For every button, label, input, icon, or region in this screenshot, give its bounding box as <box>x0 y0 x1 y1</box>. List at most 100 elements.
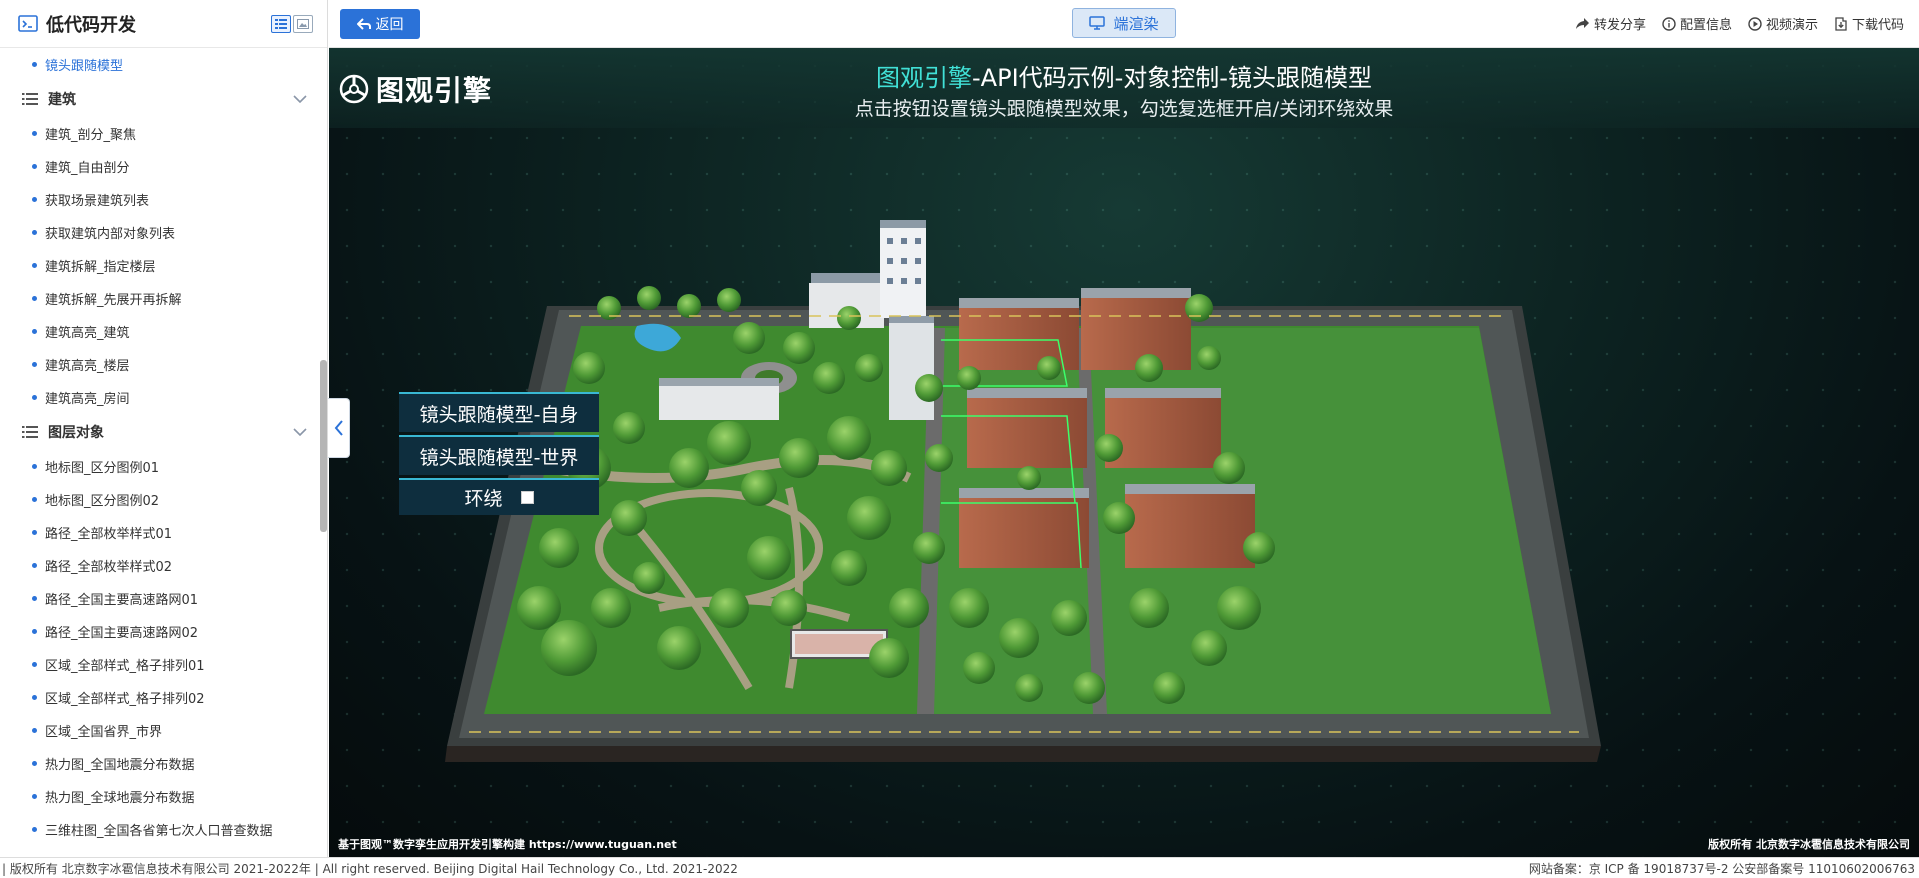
orbit-label: 环绕 <box>464 488 503 510</box>
list-view-button[interactable] <box>271 14 291 33</box>
sidebar-item-label: 路径_全部枚举样式02 <box>45 560 173 575</box>
sidebar-item[interactable]: 路径_全部枚举样式01 <box>0 516 327 549</box>
sidebar-collapse-button[interactable] <box>328 398 350 458</box>
sidebar-item-label: 获取场景建筑列表 <box>45 194 150 209</box>
bullet-icon <box>32 563 37 568</box>
bullet-icon <box>32 596 37 601</box>
follow-world-button[interactable]: 镜头跟随模型-世界 <box>399 435 599 475</box>
sidebar-item[interactable]: 获取建筑内部对象列表 <box>0 216 327 249</box>
sidebar-item-label: 路径_全国主要高速路网02 <box>45 626 199 641</box>
info-icon <box>1662 16 1676 31</box>
sidebar-item-label: 建筑高亮_建筑 <box>45 326 130 341</box>
bullet-icon <box>32 629 37 634</box>
sidebar-item[interactable]: 建筑高亮_楼层 <box>0 348 327 381</box>
sidebar-item[interactable]: 路径_全部枚举样式02 <box>0 549 327 582</box>
sidebar-item-label: 建筑高亮_楼层 <box>45 359 130 374</box>
sidebar-item[interactable]: 区域_全部样式_格子排列02 <box>0 681 327 714</box>
sidebar-item[interactable]: 建筑_自由剖分 <box>0 150 327 183</box>
download-icon <box>1835 16 1847 31</box>
sidebar-item-label: 路径_全部枚举样式01 <box>45 527 173 542</box>
config-info-label: 配置信息 <box>1679 18 1732 33</box>
sidebar-item[interactable]: 建筑高亮_建筑 <box>0 315 327 348</box>
back-button-label: 返回 <box>375 16 404 33</box>
sidebar-item[interactable]: 热力图_全球地震分布数据 <box>0 780 327 813</box>
monitor-icon <box>1089 16 1106 30</box>
control-panel: 镜头跟随模型-自身 镜头跟随模型-世界 环绕 <box>399 392 599 515</box>
sidebar-item[interactable]: 获取场景建筑列表 <box>0 183 327 216</box>
back-arrow-icon <box>356 17 371 30</box>
share-button[interactable]: 转发分享 <box>1575 14 1646 33</box>
play-icon <box>1748 16 1762 31</box>
viewport-footer-credit: 基于图观™数字孪生应用开发引擎构建 https://www.tuguan.net <box>338 838 677 851</box>
chevron-down-icon <box>293 95 307 103</box>
chevron-left-icon <box>334 420 343 436</box>
sidebar-item[interactable]: 地标图_区分图例02 <box>0 483 327 516</box>
sidebar-item-label: 建筑拆解_指定楼层 <box>45 260 156 275</box>
render-mode-label: 端渲染 <box>1113 14 1159 33</box>
orbit-checkbox[interactable] <box>520 491 534 504</box>
sidebar-group-label: 图层对象 <box>48 425 104 441</box>
top-toolbar: 返回 端渲染 转发分享 配置信息 视频演示 下载代码 <box>329 0 1919 48</box>
bullet-icon <box>32 164 37 169</box>
list-icon <box>22 93 38 105</box>
sidebar-item[interactable]: 区域_全部样式_格子排列01 <box>0 648 327 681</box>
bullet-icon <box>32 728 37 733</box>
viewport-footer-copyright: 版权所有 北京数字冰雹信息技术有限公司 <box>1708 838 1910 851</box>
sidebar-item[interactable]: 建筑高亮_房间 <box>0 381 327 414</box>
sidebar-item[interactable]: 路径_全国主要高速路网01 <box>0 582 327 615</box>
render-mode-button[interactable]: 端渲染 <box>1072 8 1176 38</box>
sidebar-item-label: 三维柱图_全国各省第七次人口普查数据 <box>45 824 273 839</box>
sidebar-item-label: 镜头跟随模型 <box>45 59 124 74</box>
back-button[interactable]: 返回 <box>340 8 420 39</box>
share-label: 转发分享 <box>1593 18 1646 33</box>
orbit-toggle[interactable]: 环绕 <box>399 478 599 515</box>
video-demo-label: 视频演示 <box>1765 18 1818 33</box>
config-info-button[interactable]: 配置信息 <box>1662 14 1732 33</box>
sidebar-item[interactable]: 路径_全国主要高速路网02 <box>0 615 327 648</box>
sidebar: 低代码开发 镜头跟随模型 建筑 建筑_剖分_聚焦 建筑_自由剖分 获取场景建筑列表 获取建… <box>0 0 328 857</box>
sidebar-item[interactable]: 热力图_全国地震分布数据 <box>0 747 327 780</box>
viewport-title: 图观引擎-API代码示例-对象控制-镜头跟随模型 <box>329 58 1919 93</box>
video-demo-button[interactable]: 视频演示 <box>1748 14 1818 33</box>
page-footer: | 版权所有 北京数字冰雹信息技术有限公司 2021-2022年 | All r… <box>0 857 1919 878</box>
follow-self-button[interactable]: 镜头跟随模型-自身 <box>399 392 599 432</box>
bullet-icon <box>32 62 37 67</box>
sidebar-item-label: 建筑_剖分_聚焦 <box>45 128 137 143</box>
sidebar-item[interactable]: 镜头跟随模型 <box>0 48 327 81</box>
sidebar-group-label: 建筑 <box>48 92 76 108</box>
thumbnail-view-button[interactable] <box>293 14 313 33</box>
sidebar-item-label: 建筑拆解_先展开再拆解 <box>45 293 182 308</box>
terminal-icon <box>18 14 38 32</box>
sidebar-item-label: 区域_全部样式_格子排列02 <box>45 692 205 707</box>
sidebar-group[interactable]: 图层对象 <box>0 414 327 450</box>
bullet-icon <box>32 263 37 268</box>
sidebar-item[interactable]: 建筑拆解_先展开再拆解 <box>0 282 327 315</box>
download-code-button[interactable]: 下载代码 <box>1834 14 1904 33</box>
sidebar-item[interactable]: 建筑拆解_指定楼层 <box>0 249 327 282</box>
list-icon <box>22 426 38 438</box>
sidebar-item-label: 热力图_全国地震分布数据 <box>45 758 195 773</box>
sidebar-item-label: 区域_全国省界_市界 <box>45 725 163 740</box>
sidebar-item[interactable]: 三维柱图_全国各省第七次人口普查数据 <box>0 813 327 846</box>
sidebar-item[interactable]: 地标图_区分图例01 <box>0 450 327 483</box>
bullet-icon <box>32 362 37 367</box>
list-icon <box>275 18 287 29</box>
sidebar-scrollbar[interactable] <box>320 360 327 532</box>
bullet-icon <box>32 695 37 700</box>
image-icon <box>297 18 309 29</box>
chevron-down-icon <box>293 428 307 436</box>
sidebar-item-label: 路径_全国主要高速路网01 <box>45 593 199 608</box>
bullet-icon <box>32 296 37 301</box>
sidebar-group[interactable]: 建筑 <box>0 81 327 117</box>
sidebar-item-label: 地标图_区分图例02 <box>45 494 160 509</box>
download-code-label: 下载代码 <box>1851 18 1904 33</box>
sidebar-item-label: 建筑高亮_房间 <box>45 392 130 407</box>
sidebar-item[interactable]: 区域_全国省界_市界 <box>0 714 327 747</box>
share-icon <box>1575 18 1589 29</box>
sidebar-item-label: 区域_全部样式_格子排列01 <box>45 659 205 674</box>
3d-viewport[interactable]: 图观引擎 图观引擎-API代码示例-对象控制-镜头跟随模型 点击按钮设置镜头跟随… <box>329 48 1919 857</box>
bullet-icon <box>32 497 37 502</box>
sidebar-item[interactable]: 建筑_剖分_聚焦 <box>0 117 327 150</box>
bullet-icon <box>32 827 37 832</box>
sidebar-item-label: 获取建筑内部对象列表 <box>45 227 176 242</box>
